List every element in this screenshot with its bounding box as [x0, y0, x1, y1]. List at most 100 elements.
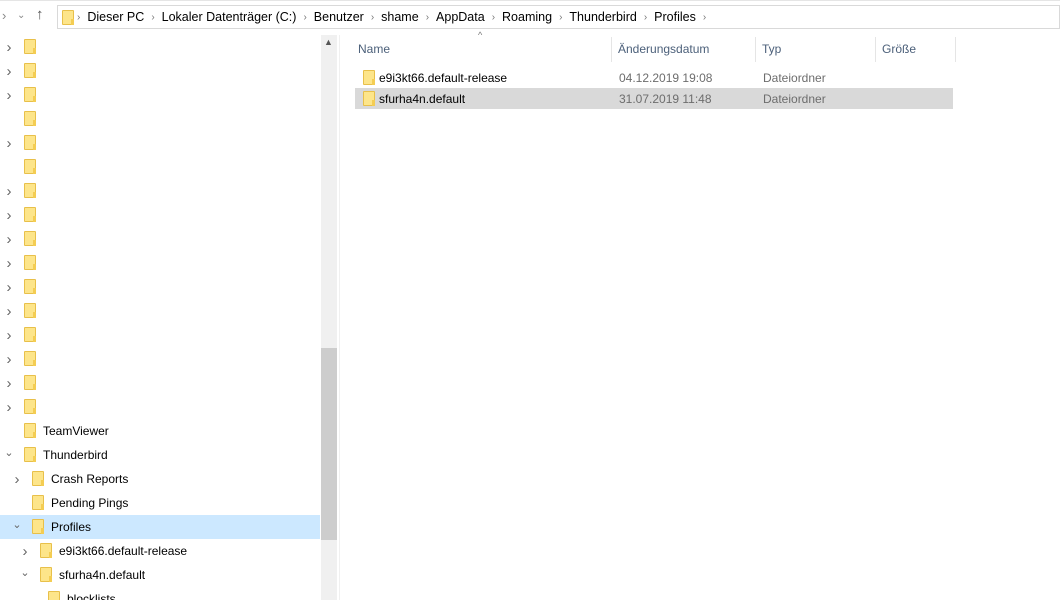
breadcrumb-item[interactable]: Lokaler Datenträger (C:): [162, 10, 297, 24]
scroll-up-arrow[interactable]: ▲: [324, 37, 333, 47]
tree-item[interactable]: ›: [0, 275, 320, 299]
column-header-size[interactable]: Größe: [878, 37, 956, 62]
chevron-down-icon[interactable]: ⌄: [3, 446, 15, 459]
breadcrumb-item[interactable]: Thunderbird: [569, 10, 636, 24]
breadcrumb-separator-icon[interactable]: ›: [77, 12, 80, 23]
chevron-right-icon[interactable]: ›: [3, 207, 15, 224]
breadcrumb-item[interactable]: Profiles: [654, 10, 696, 24]
folder-icon: [363, 70, 375, 85]
file-date: 04.12.2019 19:08: [619, 71, 713, 85]
folder-icon: [24, 207, 36, 222]
folder-icon: [24, 351, 36, 366]
navigation-tree: › › › › › › › › › › › › › › TeamViewer ⌄ Thunderbird › Cra…: [0, 35, 320, 600]
breadcrumb-separator-icon[interactable]: ›: [303, 12, 306, 23]
chevron-right-icon[interactable]: ›: [3, 279, 15, 296]
folder-icon: [24, 399, 36, 414]
tree-item[interactable]: ⌄ Thunderbird: [0, 443, 320, 467]
folder-icon: [24, 375, 36, 390]
file-row[interactable]: sfurha4n.default 31.07.2019 11:48 Dateiord…: [355, 88, 953, 109]
chevron-down-icon[interactable]: ⌄: [19, 566, 31, 579]
tree-item[interactable]: ⌄ sfurha4n.default: [0, 563, 320, 587]
chevron-right-icon[interactable]: ›: [3, 303, 15, 320]
tree-item[interactable]: ›: [0, 59, 320, 83]
tree-item[interactable]: ›: [0, 179, 320, 203]
breadcrumb-separator-icon[interactable]: ›: [151, 12, 154, 23]
column-header-name[interactable]: Name: [354, 37, 612, 62]
folder-icon: [24, 423, 36, 438]
column-header-type[interactable]: Typ: [758, 37, 876, 62]
breadcrumb-separator-icon[interactable]: ›: [644, 12, 647, 23]
breadcrumb-item[interactable]: Dieser PC: [87, 10, 144, 24]
chevron-right-icon[interactable]: ›: [19, 543, 31, 560]
chevron-right-icon[interactable]: ›: [3, 375, 15, 392]
tree-item[interactable]: ›: [0, 203, 320, 227]
tree-item[interactable]: › Crash Reports: [0, 467, 320, 491]
tree-item[interactable]: ›: [0, 371, 320, 395]
tree-item[interactable]: Pending Pings: [0, 491, 320, 515]
tree-item[interactable]: [0, 107, 320, 131]
chevron-down-icon[interactable]: ⌄: [11, 518, 23, 531]
folder-icon: [24, 111, 36, 126]
folder-icon: [40, 567, 52, 582]
address-bar[interactable]: › Dieser PC › Lokaler Datenträger (C:) › Benu…: [57, 5, 1060, 29]
breadcrumb-separator-icon[interactable]: ›: [559, 12, 562, 23]
tree-item[interactable]: ›: [0, 395, 320, 419]
breadcrumb-item[interactable]: Roaming: [502, 10, 552, 24]
file-type: Dateiordner: [763, 71, 826, 85]
tree-item[interactable]: ›: [0, 35, 320, 59]
tree-item[interactable]: ⌄ Profiles: [0, 515, 320, 539]
chevron-right-icon[interactable]: ›: [11, 471, 23, 488]
folder-icon: [32, 471, 44, 486]
folder-icon: [363, 91, 375, 106]
tree-item[interactable]: blocklists: [0, 587, 320, 600]
chevron-right-icon[interactable]: ›: [3, 87, 15, 104]
tree-item[interactable]: ›: [0, 227, 320, 251]
scrollbar-thumb[interactable]: [321, 348, 337, 540]
tree-item[interactable]: [0, 155, 320, 179]
file-row[interactable]: e9i3kt66.default-release 04.12.2019 19:08…: [355, 67, 953, 88]
chevron-right-icon[interactable]: ›: [3, 135, 15, 152]
pane-divider[interactable]: [339, 35, 340, 600]
chevron-right-icon[interactable]: ›: [3, 399, 15, 416]
tree-item[interactable]: ›: [0, 83, 320, 107]
tree-scrollbar[interactable]: ▲: [321, 35, 337, 600]
column-header-date[interactable]: Änderungsdatum: [614, 37, 756, 62]
breadcrumb-separator-icon[interactable]: ›: [371, 12, 374, 23]
breadcrumb-item[interactable]: Benutzer: [314, 10, 364, 24]
tree-item[interactable]: ›: [0, 347, 320, 371]
breadcrumb-separator-icon[interactable]: ›: [492, 12, 495, 23]
breadcrumb-item[interactable]: AppData: [436, 10, 485, 24]
tree-item[interactable]: › e9i3kt66.default-release: [0, 539, 320, 563]
chevron-right-icon[interactable]: ›: [3, 351, 15, 368]
breadcrumb-separator-icon[interactable]: ›: [703, 12, 706, 23]
folder-icon: [24, 159, 36, 174]
file-name: sfurha4n.default: [379, 92, 466, 106]
tree-item[interactable]: TeamViewer: [0, 419, 320, 443]
breadcrumb-item[interactable]: shame: [381, 10, 419, 24]
chevron-right-icon[interactable]: ›: [3, 255, 15, 272]
tree-item[interactable]: ›: [0, 131, 320, 155]
up-button[interactable]: ↑: [36, 6, 44, 23]
chevron-right-icon[interactable]: ›: [3, 231, 15, 248]
chevron-right-icon[interactable]: ›: [3, 327, 15, 344]
chevron-right-icon[interactable]: ›: [3, 39, 15, 56]
chevron-right-icon[interactable]: ›: [3, 183, 15, 200]
tree-item[interactable]: ›: [0, 251, 320, 275]
tree-item-label: Pending Pings: [51, 496, 129, 510]
folder-icon: [32, 495, 44, 510]
tree-item-label: e9i3kt66.default-release: [59, 544, 188, 558]
breadcrumb-separator-icon[interactable]: ›: [426, 12, 429, 23]
tree-item-label: blocklists: [67, 592, 116, 600]
forward-button[interactable]: ›: [2, 8, 6, 23]
recent-locations-dropdown[interactable]: ⌄: [17, 10, 25, 21]
folder-icon: [48, 591, 60, 600]
folder-icon: [24, 135, 36, 150]
tree-item[interactable]: ›: [0, 299, 320, 323]
tree-item[interactable]: ›: [0, 323, 320, 347]
folder-icon: [32, 519, 44, 534]
chevron-right-icon[interactable]: ›: [3, 63, 15, 80]
folder-icon: [62, 9, 74, 25]
folder-icon: [24, 255, 36, 270]
folder-icon: [24, 279, 36, 294]
folder-icon: [24, 447, 36, 462]
